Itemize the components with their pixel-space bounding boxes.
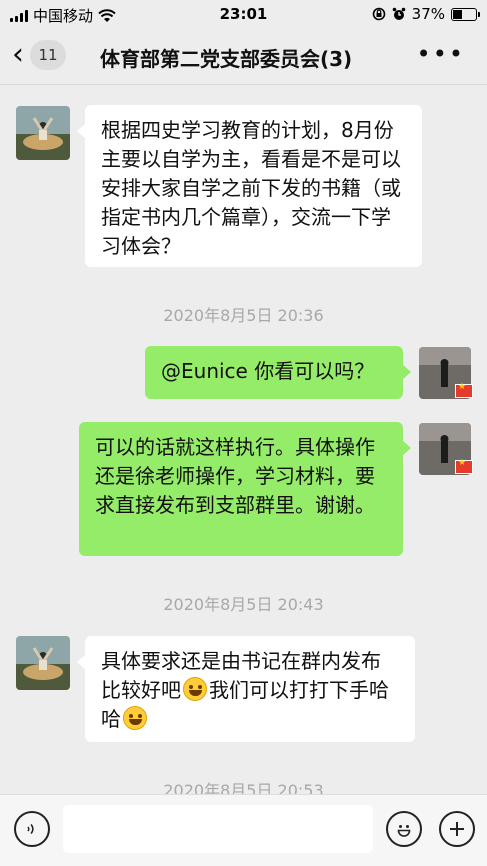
- alarm-icon: [392, 7, 405, 20]
- unread-count-badge: 11: [30, 40, 66, 70]
- timestamp: 2020年8月5日 20:43: [163, 595, 324, 614]
- message-bubble-outgoing[interactable]: @Eunice 你看可以吗？: [145, 346, 411, 399]
- tears-of-joy-emoji: [183, 677, 207, 701]
- battery-percent: 37%: [411, 5, 445, 23]
- voice-icon[interactable]: [14, 811, 50, 847]
- sender-avatar[interactable]: [16, 636, 70, 690]
- chevron-left-icon: ‹: [12, 37, 24, 72]
- flag-icon: [455, 382, 473, 398]
- chat-header: ‹ 11 体育部第二党支部委员会(3) •••: [0, 28, 487, 84]
- message-bubble-incoming[interactable]: 具体要求还是由书记在群内发布比较好吧 我们可以打打下手哈哈: [77, 636, 415, 742]
- message-input[interactable]: [63, 805, 373, 853]
- flag-icon: [455, 458, 473, 474]
- chat-title: 体育部第二党支部委员会(3): [100, 47, 353, 71]
- header-divider: [0, 84, 487, 85]
- message-text: 可以的话就这样执行。具体操作还是徐老师操作，学习材料，要求直接发布到支部群里。谢…: [95, 435, 375, 517]
- emoji-face-icon[interactable]: [386, 811, 422, 847]
- message-bubble-outgoing[interactable]: 可以的话就这样执行。具体操作还是徐老师操作，学习材料，要求直接发布到支部群里。谢…: [79, 422, 411, 556]
- orientation-lock-icon: [372, 7, 385, 21]
- sender-avatar[interactable]: [16, 106, 70, 160]
- message-bubble-incoming[interactable]: 根据四史学习教育的计划，8月份主要以自学为主，看看是不是可以安排大家自学之前下发…: [77, 105, 422, 267]
- input-bar: [0, 794, 487, 866]
- grin-emoji: [123, 706, 147, 730]
- message-text: 根据四史学习教育的计划，8月份主要以自学为主，看看是不是可以安排大家自学之前下发…: [101, 118, 401, 258]
- back-button[interactable]: ‹ 11: [12, 40, 66, 70]
- message-text: @Eunice 你看可以吗？: [161, 359, 375, 383]
- status-bar: 中国移动 23:01 37%: [0, 0, 487, 28]
- timestamp: 2020年8月5日 20:36: [163, 306, 324, 325]
- battery-icon: [451, 7, 480, 21]
- more-options-button[interactable]: •••: [417, 40, 465, 68]
- plus-icon[interactable]: [439, 811, 475, 847]
